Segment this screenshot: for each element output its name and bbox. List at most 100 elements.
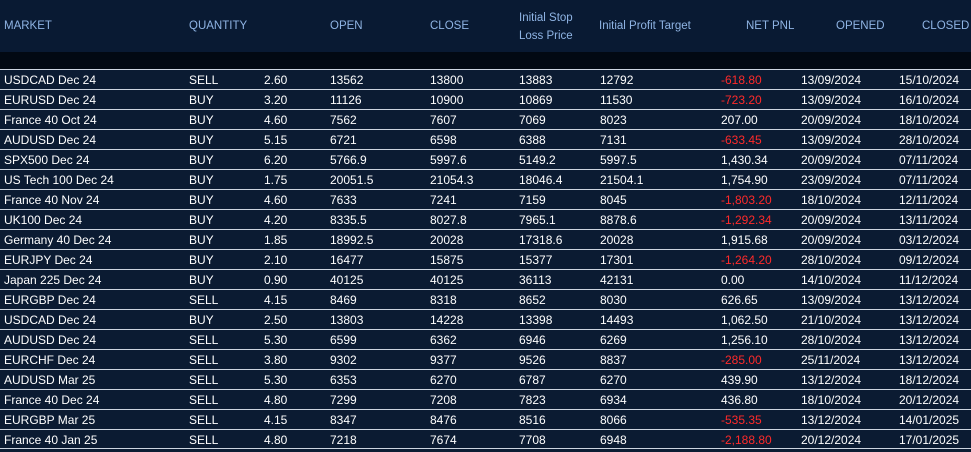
open-price-cell: 7562 [330,113,357,127]
net-pnl-cell: -1,264.20 [721,253,772,267]
market-cell: AUDUSD Dec 24 [4,133,97,147]
profit-target-cell: 7131 [600,133,627,147]
table-row[interactable]: AUDUSD Mar 25 SELL 5.30 6353 6270 6787 6270 439… [0,369,971,389]
quantity-cell: 4.15 [264,413,288,427]
opened-date-cell: 13/09/2024 [801,293,862,307]
profit-target-cell: 11530 [600,93,633,107]
column-header-market[interactable]: MARKET [4,17,52,35]
net-pnl-cell: 436.80 [721,393,758,407]
table-row[interactable]: SPX500 Dec 24 BUY 6.20 5766.9 5997.6 5149.2 59… [0,149,971,169]
open-price-cell: 9302 [330,353,357,367]
table-header: MARKET QUANTITY OPEN CLOSE Initial Stop … [0,0,971,52]
table-row[interactable]: AUDUSD Dec 24 BUY 5.15 6721 6598 6388 7131 -633… [0,129,971,149]
quantity-cell: 2.50 [264,313,288,327]
quantity-cell: 1.75 [264,173,288,187]
side-cell: BUY [189,133,214,147]
stop-loss-cell: 18046.4 [519,173,563,187]
close-price-cell: 40125 [430,273,464,287]
column-header-stop-loss-line1[interactable]: Initial Stop [519,9,573,27]
table-row[interactable]: USDCAD Dec 24 BUY 2.50 13803 14228 13398 14493… [0,309,971,329]
market-cell: AUDUSD Dec 24 [4,333,97,347]
column-header-open[interactable]: OPEN [330,17,363,35]
table-row[interactable]: EURGBP Dec 24 SELL 4.15 8469 8318 8652 8030 626… [0,289,971,309]
profit-target-cell: 6948 [600,433,627,447]
quantity-cell: 6.20 [264,153,288,167]
close-price-cell: 8318 [430,293,457,307]
table-row[interactable]: US Tech 100 Dec 24 BUY 1.75 20051.5 21054.3 1… [0,169,971,189]
profit-target-cell: 21504.1 [600,173,644,187]
closed-date-cell: 13/12/2024 [899,353,960,367]
quantity-cell: 4.80 [264,433,288,447]
open-price-cell: 18992.5 [330,233,374,247]
table-row[interactable]: EURUSD Dec 24 BUY 3.20 11126 10900 10869 11530… [0,89,971,109]
quantity-cell: 3.80 [264,353,288,367]
table-row[interactable]: Germany 40 Dec 24 BUY 1.85 18992.5 20028 1731… [0,229,971,249]
quantity-cell: 5.30 [264,333,288,347]
close-price-cell: 5997.6 [430,153,467,167]
side-cell: BUY [189,273,214,287]
table-row[interactable]: EURCHF Dec 24 SELL 3.80 9302 9377 9526 8837 -28… [0,349,971,369]
stop-loss-cell: 7823 [519,393,546,407]
table-row[interactable]: EURJPY Dec 24 BUY 2.10 16477 15875 15377 17301… [0,249,971,269]
opened-date-cell: 13/09/2024 [801,133,862,147]
open-price-cell: 20051.5 [330,173,374,187]
side-cell: BUY [189,233,214,247]
market-cell: EURUSD Dec 24 [4,93,97,107]
table-row[interactable]: AUDUSD Dec 24 SELL 5.30 6599 6362 6946 6269 1,2… [0,329,971,349]
table-row[interactable]: France 40 Nov 24 BUY 4.60 7633 7241 7159 8045 -… [0,189,971,209]
open-price-cell: 8347 [330,413,357,427]
quantity-cell: 2.10 [264,253,288,267]
side-cell: SELL [189,373,219,387]
closed-date-cell: 13/11/2024 [899,213,959,227]
net-pnl-cell: 0.00 [721,273,745,287]
table-row[interactable]: Japan 225 Dec 24 BUY 0.90 40125 40125 36113 42… [0,269,971,289]
profit-target-cell: 6269 [600,333,627,347]
table-row[interactable]: EURGBP Mar 25 SELL 4.15 8347 8476 8516 8066 -53… [0,409,971,429]
side-cell: BUY [189,313,214,327]
table-row[interactable]: UK100 Dec 24 BUY 4.20 8335.5 8027.8 7965.1 887… [0,209,971,229]
table-row[interactable]: France 40 Dec 24 SELL 4.80 7299 7208 7823 6934… [0,389,971,409]
net-pnl-cell: -535.35 [721,413,762,427]
stop-loss-cell: 15377 [519,253,553,267]
column-header-close[interactable]: CLOSE [430,17,469,35]
column-header-opened[interactable]: OPENED [836,17,885,35]
table-row[interactable]: USDCAD Dec 24 SELL 2.60 13562 13800 13883 1279… [0,69,971,89]
closed-date-cell: 13/12/2024 [899,293,960,307]
market-cell: Japan 225 Dec 24 [4,273,102,287]
stop-loss-cell: 13883 [519,73,553,87]
opened-date-cell: 20/12/2024 [801,433,862,447]
quantity-cell: 3.20 [264,93,288,107]
stop-loss-cell: 7159 [519,193,546,207]
quantity-cell: 4.60 [264,193,288,207]
column-header-quantity[interactable]: QUANTITY [189,17,247,35]
column-header-closed[interactable]: CLOSED [922,17,969,35]
stop-loss-cell: 8516 [519,413,546,427]
side-cell: BUY [189,93,214,107]
table-row[interactable]: France 40 Jan 25 SELL 4.80 7218 7674 7708 6948… [0,429,971,449]
side-cell: BUY [189,173,214,187]
opened-date-cell: 23/09/2024 [801,173,862,187]
open-price-cell: 16477 [330,253,364,267]
profit-target-cell: 6934 [600,393,627,407]
stop-loss-cell: 6388 [519,133,546,147]
column-header-net-pnl[interactable]: NET PNL [746,17,794,35]
column-header-profit-target[interactable]: Initial Profit Target [599,17,691,35]
opened-date-cell: 14/10/2024 [801,273,862,287]
close-price-cell: 7674 [430,433,457,447]
net-pnl-cell: -1,292.34 [721,213,772,227]
net-pnl-cell: -618.80 [721,73,762,87]
market-cell: EURGBP Mar 25 [4,413,96,427]
closed-date-cell: 14/01/2025 [899,413,960,427]
net-pnl-cell: 626.65 [721,293,758,307]
quantity-cell: 1.85 [264,233,288,247]
column-header-stop-loss-line2[interactable]: Loss Price [519,27,573,45]
quantity-cell: 4.20 [264,213,288,227]
close-price-cell: 13800 [430,73,464,87]
table-row[interactable]: France 40 Oct 24 BUY 4.60 7562 7607 7069 8023 2… [0,109,971,129]
side-cell: BUY [189,153,214,167]
header-separator-band [0,52,971,69]
side-cell: SELL [189,293,219,307]
quantity-cell: 0.90 [264,273,288,287]
closed-date-cell: 18/12/2024 [899,373,960,387]
net-pnl-cell: 207.00 [721,113,758,127]
